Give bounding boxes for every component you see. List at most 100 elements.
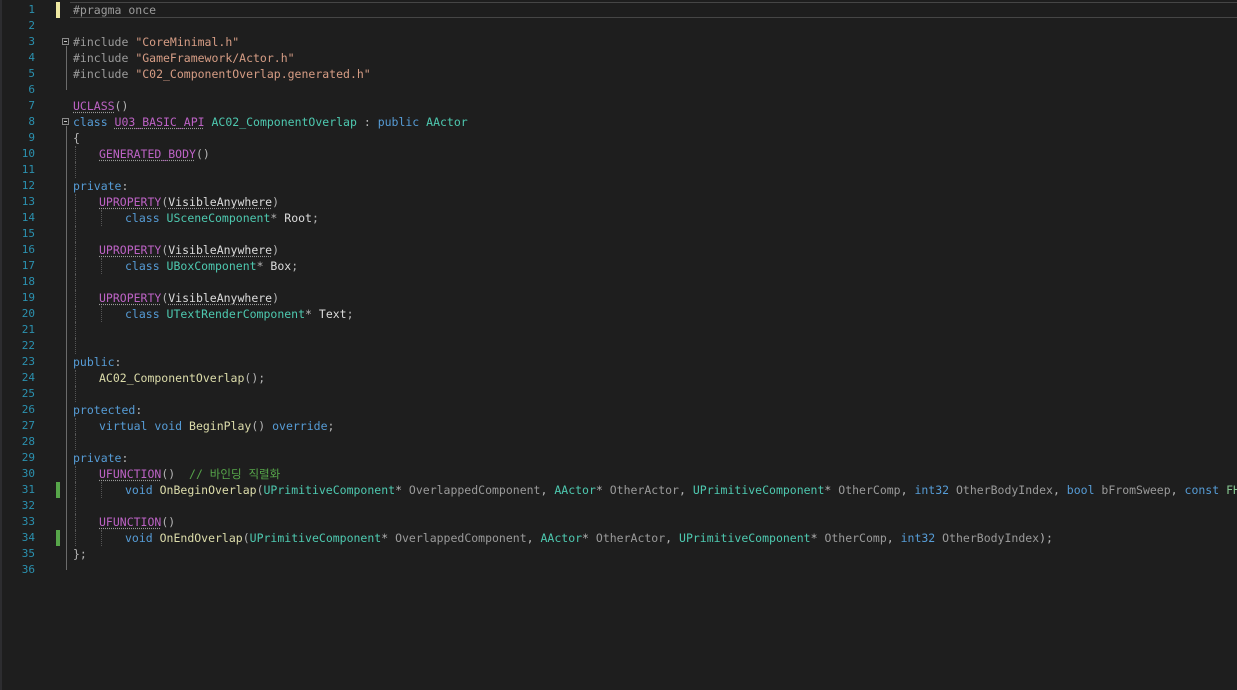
line-number: 17	[21, 259, 35, 272]
code-token: bool	[1066, 483, 1102, 497]
code-line[interactable]: 28	[0, 434, 1237, 450]
code-line[interactable]: 12 private:	[0, 178, 1237, 194]
code-line[interactable]: 19 UPROPERTY(VisibleAnywhere)	[0, 290, 1237, 306]
code-token: OtherActor	[595, 531, 666, 545]
code-line[interactable]: 11	[0, 162, 1237, 178]
code-line[interactable]: 17 class UBoxComponent* Box;	[0, 258, 1237, 274]
line-number: 12	[21, 179, 35, 192]
code-lines[interactable]: 1 #pragma once 2 3 #include "CoreMinimal.h" 4…	[0, 2, 1237, 578]
code-line[interactable]: 27 virtual void BeginPlay() override;	[0, 418, 1237, 434]
code-token: };	[73, 547, 87, 561]
line-number: 36	[21, 563, 35, 576]
code-text[interactable]: class UBoxComponent* Box;	[125, 258, 298, 274]
code-line[interactable]: 18	[0, 274, 1237, 290]
code-text[interactable]: protected:	[73, 402, 142, 418]
code-text[interactable]: UCLASS()	[73, 98, 128, 114]
code-line[interactable]: 32	[0, 498, 1237, 514]
code-line[interactable]: 3 #include "CoreMinimal.h"	[0, 34, 1237, 50]
code-line[interactable]: 6	[0, 82, 1237, 98]
code-token: :	[135, 403, 143, 417]
code-token: UFUNCTION	[99, 515, 162, 529]
code-line[interactable]: 7 UCLASS()	[0, 98, 1237, 114]
code-line[interactable]: 20 class UTextRenderComponent* Text;	[0, 306, 1237, 322]
code-text[interactable]: virtual void BeginPlay() override;	[99, 418, 334, 434]
line-number: 3	[28, 35, 35, 48]
code-text[interactable]: class UTextRenderComponent* Text;	[125, 306, 354, 322]
code-token: int32	[900, 531, 943, 545]
code-text[interactable]: class U03_BASIC_API AC02_ComponentOverla…	[73, 114, 468, 130]
code-text[interactable]: #include "GameFramework/Actor.h"	[73, 50, 295, 66]
code-text[interactable]: {	[73, 130, 80, 146]
code-token: OnBeginOverlap	[159, 483, 257, 497]
code-line[interactable]: 25	[0, 386, 1237, 402]
code-token: UBoxComponent	[166, 259, 257, 273]
code-token: UPrimitiveComponent	[679, 531, 811, 545]
code-line[interactable]: 34 void OnEndOverlap(UPrimitiveComponent*…	[0, 530, 1237, 546]
collapse-icon[interactable]	[62, 118, 69, 125]
code-token: const	[1184, 483, 1227, 497]
indent-guide	[75, 418, 76, 434]
code-line[interactable]: 10 GENERATED_BODY()	[0, 146, 1237, 162]
code-text[interactable]: void OnBeginOverlap(UPrimitiveComponent*…	[125, 482, 1237, 498]
code-line[interactable]: 9{	[0, 130, 1237, 146]
code-token: ,	[679, 483, 693, 497]
code-line[interactable]: 30 UFUNCTION() // 바인딩 직렬화	[0, 466, 1237, 482]
code-text[interactable]: UFUNCTION()	[99, 514, 175, 530]
code-line[interactable]: 36	[0, 562, 1237, 578]
code-text[interactable]: AC02_ComponentOverlap();	[99, 370, 265, 386]
code-line[interactable]: 15	[0, 226, 1237, 242]
code-token: Text	[318, 307, 347, 321]
code-editor[interactable]: 1 #pragma once 2 3 #include "CoreMinimal.h" 4…	[0, 0, 1237, 690]
indent-guide	[75, 370, 76, 386]
code-text[interactable]: void OnEndOverlap(UPrimitiveComponent* O…	[125, 530, 1053, 546]
line-number: 26	[21, 403, 35, 416]
code-line[interactable]: 29 private:	[0, 450, 1237, 466]
code-line[interactable]: 26 protected:	[0, 402, 1237, 418]
code-line[interactable]: 1 #pragma once	[0, 2, 1237, 18]
code-line[interactable]: 4 #include "GameFramework/Actor.h"	[0, 50, 1237, 66]
line-number: 27	[21, 419, 35, 432]
code-line[interactable]: 35};	[0, 546, 1237, 562]
collapse-icon[interactable]	[62, 38, 69, 45]
code-text[interactable]: private:	[73, 450, 128, 466]
code-line[interactable]: 13 UPROPERTY(VisibleAnywhere)	[0, 194, 1237, 210]
code-line[interactable]: 21	[0, 322, 1237, 338]
code-token: )	[272, 291, 280, 305]
code-token: :	[121, 179, 129, 193]
code-text[interactable]: UFUNCTION() // 바인딩 직렬화	[99, 466, 280, 482]
indent-guide	[101, 306, 102, 322]
code-text[interactable]: #include "C02_ComponentOverlap.generated…	[73, 66, 371, 82]
indent-guide	[75, 386, 76, 402]
code-token: ()	[251, 419, 273, 433]
code-line[interactable]: 2	[0, 18, 1237, 34]
indent-guide	[75, 226, 76, 242]
code-text[interactable]: UPROPERTY(VisibleAnywhere)	[99, 194, 279, 210]
code-text[interactable]: GENERATED_BODY()	[99, 146, 210, 162]
line-number: 23	[21, 355, 35, 368]
code-token: ()	[195, 147, 210, 161]
code-text[interactable]: class USceneComponent* Root;	[125, 210, 319, 226]
code-line[interactable]: 14 class USceneComponent* Root;	[0, 210, 1237, 226]
code-text[interactable]: };	[73, 546, 87, 562]
code-token: (	[256, 483, 264, 497]
line-number: 9	[28, 131, 35, 144]
code-line[interactable]: 5 #include "C02_ComponentOverlap.generate…	[0, 66, 1237, 82]
code-line[interactable]: 33 UFUNCTION()	[0, 514, 1237, 530]
line-number: 20	[21, 307, 35, 320]
code-text[interactable]: UPROPERTY(VisibleAnywhere)	[99, 290, 279, 306]
code-token: UPROPERTY	[99, 243, 162, 257]
code-line[interactable]: 22	[0, 338, 1237, 354]
code-text[interactable]: #pragma once	[73, 2, 156, 18]
code-line[interactable]: 16 UPROPERTY(VisibleAnywhere)	[0, 242, 1237, 258]
code-text[interactable]: private:	[73, 178, 128, 194]
code-line[interactable]: 24 AC02_ComponentOverlap();	[0, 370, 1237, 386]
code-text[interactable]: #include "CoreMinimal.h"	[73, 34, 239, 50]
code-line[interactable]: 8 class U03_BASIC_API AC02_ComponentOverl…	[0, 114, 1237, 130]
indent-guide	[75, 482, 76, 498]
code-text[interactable]: UPROPERTY(VisibleAnywhere)	[99, 242, 279, 258]
code-line[interactable]: 31 void OnBeginOverlap(UPrimitiveComponen…	[0, 482, 1237, 498]
code-line[interactable]: 23 public:	[0, 354, 1237, 370]
fold-region-line	[66, 126, 67, 570]
code-text[interactable]: public:	[73, 354, 121, 370]
code-token: #include	[73, 35, 136, 49]
